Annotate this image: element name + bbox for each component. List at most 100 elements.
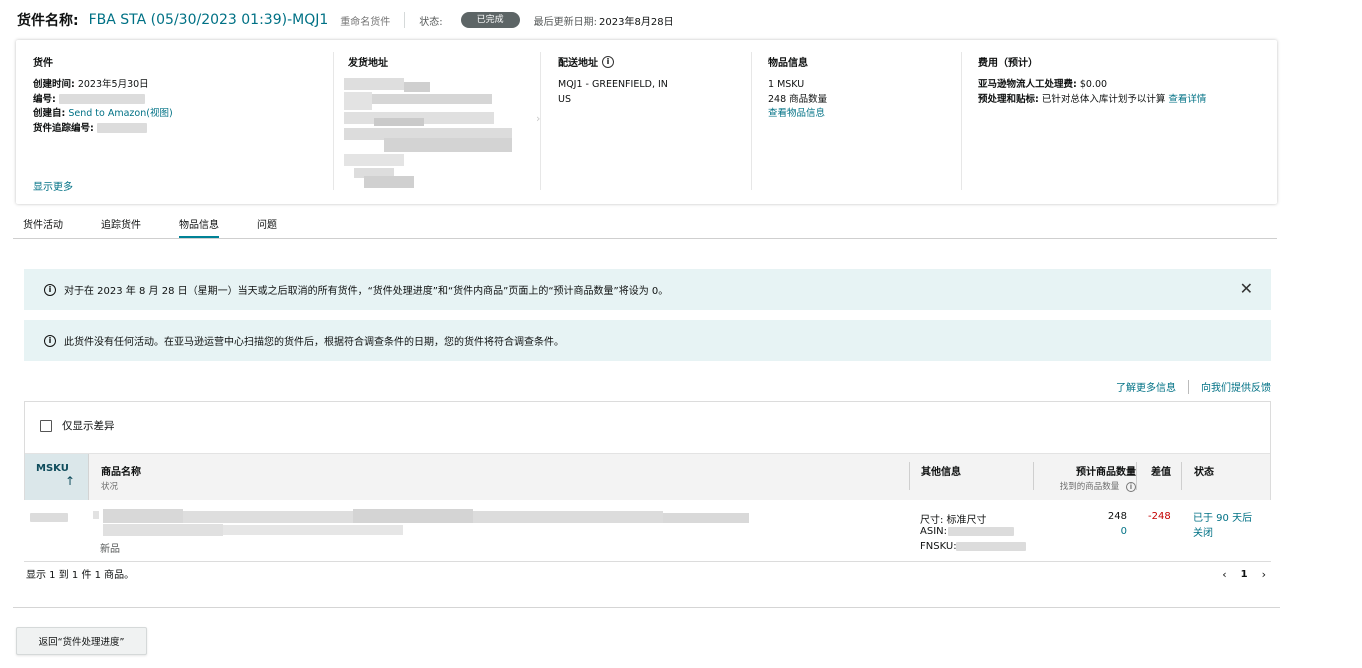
send-to-amazon-link[interactable]: Send to Amazon [68, 108, 146, 119]
chevron-right-icon[interactable]: › [1262, 568, 1266, 581]
labor-fee-value: $0.00 [1079, 79, 1108, 90]
found-qty-subheader: 找到的商品数量 [1059, 482, 1120, 492]
show-discrepancies-label: 仅显示差异 [62, 420, 115, 432]
created-label: 创建时间: [33, 79, 75, 90]
diff-header[interactable]: 差值 [1151, 463, 1171, 478]
no-activity-text: 此货件没有任何活动。在亚马逊运营中心扫描您的货件后，根据符合调查条件的日期，您的… [64, 337, 564, 348]
links-divider [1188, 379, 1189, 394]
shipment-name-label: 货件名称: [17, 13, 79, 29]
view-items-link[interactable]: 查看物品信息 [768, 107, 958, 122]
show-discrepancies-filter[interactable]: 仅显示差异 [40, 418, 115, 433]
items-column: 物品信息 1 MSKU 248 商品数量 查看物品信息 [768, 40, 958, 190]
chevron-left-icon[interactable]: ‹ [1222, 568, 1226, 581]
info-icon[interactable]: i [602, 55, 614, 68]
help-links: 了解更多信息 向我们提供反馈 [1116, 379, 1271, 394]
tab-shipment-events[interactable]: 货件活动 [23, 214, 63, 238]
last-updated-value: 2023年8月28日 [599, 16, 674, 28]
items-table: 仅显示差异 MSKU ↑ 商品名称 状况 其他信息 预计商品数量 找到的商品数量 i… [24, 401, 1271, 500]
shipment-heading: 货件 [33, 58, 53, 69]
info-icon[interactable]: i [1126, 482, 1136, 492]
cancel-notice-alert: i 对于在 2023 年 8 月 28 日（星期一）当天或之后取消的所有货件，“… [24, 269, 1271, 310]
product-name-subheader: 状况 [101, 482, 119, 492]
redacted-address [344, 78, 512, 188]
item-quantity: 248 商品数量 [768, 93, 828, 105]
redacted-asin [948, 527, 1014, 536]
ship-to-line2: US [558, 93, 571, 105]
product-name-header[interactable]: 商品名称 状况 [101, 463, 141, 492]
row-status-link[interactable]: 已于 90 天后关闭 [1193, 511, 1261, 541]
last-updated-label: 最后更新日期: [533, 16, 598, 28]
show-more-link[interactable]: 显示更多 [33, 178, 73, 193]
prep-value: 已针对总体入库计划予以计算 [1041, 93, 1166, 105]
tracking-label: 货件追踪编号: [33, 122, 94, 134]
ship-to-column: 配送地址 i MQJ1 - GREENFIELD, IN US [558, 40, 748, 190]
feedback-link[interactable]: 向我们提供反馈 [1201, 379, 1271, 394]
status-header[interactable]: 状态 [1194, 463, 1214, 478]
tab-problems[interactable]: 问题 [257, 214, 277, 238]
fnsku-label: FNSKU: [920, 541, 957, 552]
ship-from-heading: 发货地址 [348, 58, 388, 69]
expected-qty-header[interactable]: 预计商品数量 找到的商品数量 i [1033, 463, 1136, 492]
info-icon: i [44, 334, 56, 347]
shipment-tabs: 货件活动 追踪货件 物品信息 问题 [13, 214, 1277, 239]
redacted-msku [30, 513, 68, 522]
tab-contents[interactable]: 物品信息 [179, 214, 219, 238]
items-heading: 物品信息 [768, 58, 808, 69]
ship-to-line1: MQJ1 - GREENFIELD, IN [558, 79, 668, 90]
sort-ascending-icon[interactable]: ↑ [65, 474, 75, 488]
msku-count: 1 MSKU [768, 79, 805, 90]
no-activity-alert: i 此货件没有任何活动。在亚马逊运营中心扫描您的货件后，根据符合调查条件的日期，… [24, 320, 1271, 361]
shipment-name: FBA STA (05/30/2023 01:39)-MQJ1 [88, 12, 329, 28]
pagination: ‹ 1 › [1222, 568, 1266, 581]
redacted-id [58, 94, 145, 104]
view-details-link[interactable]: 查看详情 [1168, 94, 1206, 105]
header-divider [404, 12, 406, 28]
learn-more-link[interactable]: 了解更多信息 [1116, 379, 1176, 394]
ship-to-heading: 配送地址 [558, 58, 598, 69]
page-header: 货件名称: FBA STA (05/30/2023 01:39)-MQJ1 重命… [17, 10, 674, 30]
fees-heading: 费用（预计） [978, 58, 1038, 69]
close-icon[interactable]: ✕ [1240, 279, 1253, 298]
msku-header-cell[interactable] [25, 454, 89, 500]
labor-fee-label: 亚马逊物流人工处理费: [978, 79, 1077, 90]
shipment-column: 货件 创建时间: 2023年5月30日 编号: 创建自: Send to Ama… [33, 40, 333, 190]
card-divider [961, 52, 962, 190]
footer-divider [13, 607, 1280, 608]
created-value: 2023年5月30日 [77, 79, 149, 90]
size-info: 尺寸: 标准尺寸 [920, 515, 987, 526]
card-divider [751, 52, 752, 190]
current-page[interactable]: 1 [1241, 569, 1248, 580]
show-discrepancies-checkbox[interactable] [40, 419, 52, 432]
card-divider [333, 52, 334, 190]
expected-quantity: 248 [1107, 511, 1127, 522]
found-quantity-link[interactable]: 0 [1077, 526, 1127, 537]
other-info-header: 其他信息 [921, 467, 961, 478]
back-to-shipping-queue-button[interactable]: 返回“货件处理进度” [16, 627, 147, 655]
header-divider [1181, 462, 1182, 490]
table-divider [24, 561, 1271, 562]
pagination-summary: 显示 1 到 1 件 1 商品。 [26, 570, 135, 581]
redacted-fnsku [956, 542, 1026, 551]
view-link[interactable]: (视图) [146, 108, 172, 119]
shipment-id-label: 编号: [33, 93, 56, 105]
product-condition: 新品 [100, 544, 120, 555]
rename-shipment-link[interactable]: 重命名货件 [340, 13, 390, 28]
redacted-product-name [93, 509, 749, 536]
info-icon: i [44, 283, 56, 296]
redacted-tracking [96, 123, 147, 133]
difference-value: -248 [1148, 511, 1171, 522]
card-divider [540, 52, 541, 190]
created-from-label: 创建自: [33, 108, 66, 119]
msku-header[interactable]: MSKU [36, 463, 69, 474]
asin-label: ASIN: [920, 526, 947, 537]
fees-column: 费用（预计） 亚马逊物流人工处理费: $0.00 预处理和贴标: 已针对总体入库… [978, 40, 1268, 190]
cancel-notice-text: 对于在 2023 年 8 月 28 日（星期一）当天或之后取消的所有货件，“货件… [64, 286, 669, 297]
tab-track-shipment[interactable]: 追踪货件 [101, 214, 141, 238]
prep-label: 预处理和贴标: [978, 93, 1039, 105]
table-header: MSKU ↑ 商品名称 状况 其他信息 预计商品数量 找到的商品数量 i 差值 状态 [25, 453, 1270, 500]
header-divider [909, 462, 910, 490]
shipment-summary-card: 货件 创建时间: 2023年5月30日 编号: 创建自: Send to Ama… [16, 40, 1277, 204]
header-divider [1136, 462, 1137, 490]
status-badge: 已完成 [460, 12, 520, 28]
status-label: 状态: [419, 16, 443, 28]
